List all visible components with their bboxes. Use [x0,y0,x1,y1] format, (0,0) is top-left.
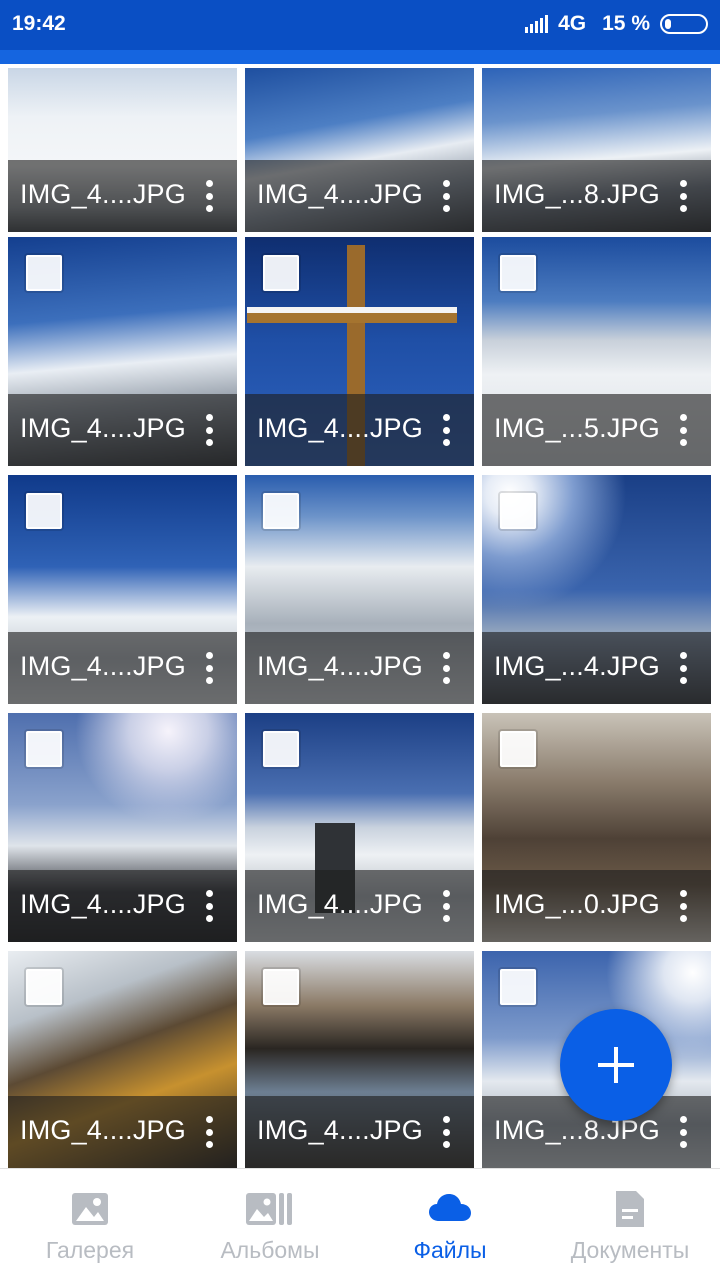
more-options-icon[interactable] [199,414,219,446]
more-options-icon[interactable] [199,890,219,922]
select-checkbox[interactable] [263,731,299,767]
status-bar: 19:42 4G 15 % [0,0,720,50]
nav-item-gallery[interactable]: Галерея [0,1169,180,1280]
file-tile[interactable]: IMG_...4.JPG [482,475,711,704]
more-options-icon[interactable] [199,652,219,684]
cross-beam [247,307,457,323]
file-name: IMG_...0.JPG [494,889,660,919]
file-name: IMG_...8.JPG [494,179,660,209]
file-tile[interactable]: IMG_4....JPG [245,68,474,232]
file-grid[interactable]: IMG_4....JPG IMG_4....JPG IMG_...8.JPG I… [0,64,720,1168]
status-time: 19:42 [12,12,66,35]
document-icon [610,1189,650,1229]
network-type: 4G [558,12,587,35]
albums-icon [246,1189,294,1229]
more-options-icon[interactable] [673,180,693,212]
signal-icon [525,15,549,33]
file-tile[interactable]: IMG_4....JPG [245,475,474,704]
select-checkbox[interactable] [500,969,536,1005]
nav-label: Альбомы [220,1237,320,1263]
file-tile[interactable]: IMG_4....JPG [245,951,474,1168]
file-name: IMG_4....JPG [257,651,423,681]
file-tile[interactable]: IMG_4....JPG [245,237,474,466]
select-checkbox[interactable] [26,255,62,291]
more-options-icon[interactable] [673,414,693,446]
status-indicators: 4G 15 % [525,12,708,36]
file-name: IMG_4....JPG [20,179,186,209]
file-tile[interactable]: IMG_4....JPG [8,68,237,232]
file-name: IMG_...4.JPG [494,651,660,681]
more-options-icon[interactable] [436,652,456,684]
gallery-icon [70,1189,110,1229]
file-tile[interactable]: IMG_4....JPG [8,713,237,942]
select-checkbox[interactable] [26,731,62,767]
file-name: IMG_4....JPG [20,413,186,443]
file-name: IMG_4....JPG [257,1115,423,1145]
cloud-icon [427,1189,473,1229]
file-tile[interactable]: IMG_4....JPG [8,237,237,466]
select-checkbox[interactable] [500,493,536,529]
file-tile[interactable]: IMG_4....JPG [8,951,237,1168]
select-checkbox[interactable] [263,255,299,291]
more-options-icon[interactable] [199,1116,219,1148]
more-options-icon[interactable] [199,180,219,212]
nav-label: Галерея [45,1237,135,1263]
bottom-navigation: Галерея Альбомы Файлы Документы [0,1168,720,1280]
file-name: IMG_4....JPG [257,889,423,919]
more-options-icon[interactable] [436,414,456,446]
file-name: IMG_4....JPG [20,1115,186,1145]
more-options-icon[interactable] [673,652,693,684]
nav-item-albums[interactable]: Альбомы [180,1169,360,1280]
file-name: IMG_...5.JPG [494,413,660,443]
select-checkbox[interactable] [500,731,536,767]
select-checkbox[interactable] [263,493,299,529]
battery-percent: 15 % [602,12,650,35]
file-name: IMG_4....JPG [257,413,423,443]
app-bar-edge [0,50,720,64]
more-options-icon[interactable] [673,1116,693,1148]
more-options-icon[interactable] [436,180,456,212]
more-options-icon[interactable] [436,1116,456,1148]
file-name: IMG_4....JPG [257,179,423,209]
select-checkbox[interactable] [26,969,62,1005]
file-name: IMG_...8.JPG [494,1115,660,1145]
nav-item-files[interactable]: Файлы [360,1169,540,1280]
file-tile[interactable]: IMG_...8.JPG [482,68,711,232]
select-checkbox[interactable] [500,255,536,291]
select-checkbox[interactable] [263,969,299,1005]
file-tile[interactable]: IMG_4....JPG [8,475,237,704]
battery-icon [660,14,708,34]
more-options-icon[interactable] [673,890,693,922]
file-name: IMG_4....JPG [20,651,186,681]
nav-label: Документы [570,1237,690,1263]
file-tile[interactable]: IMG_4....JPG [245,713,474,942]
more-options-icon[interactable] [436,890,456,922]
file-tile[interactable]: IMG_...0.JPG [482,713,711,942]
nav-label: Файлы [413,1237,487,1263]
file-name: IMG_4....JPG [20,889,186,919]
nav-item-documents[interactable]: Документы [540,1169,720,1280]
select-checkbox[interactable] [26,493,62,529]
add-button[interactable] [560,1009,672,1121]
file-tile[interactable]: IMG_...5.JPG [482,237,711,466]
